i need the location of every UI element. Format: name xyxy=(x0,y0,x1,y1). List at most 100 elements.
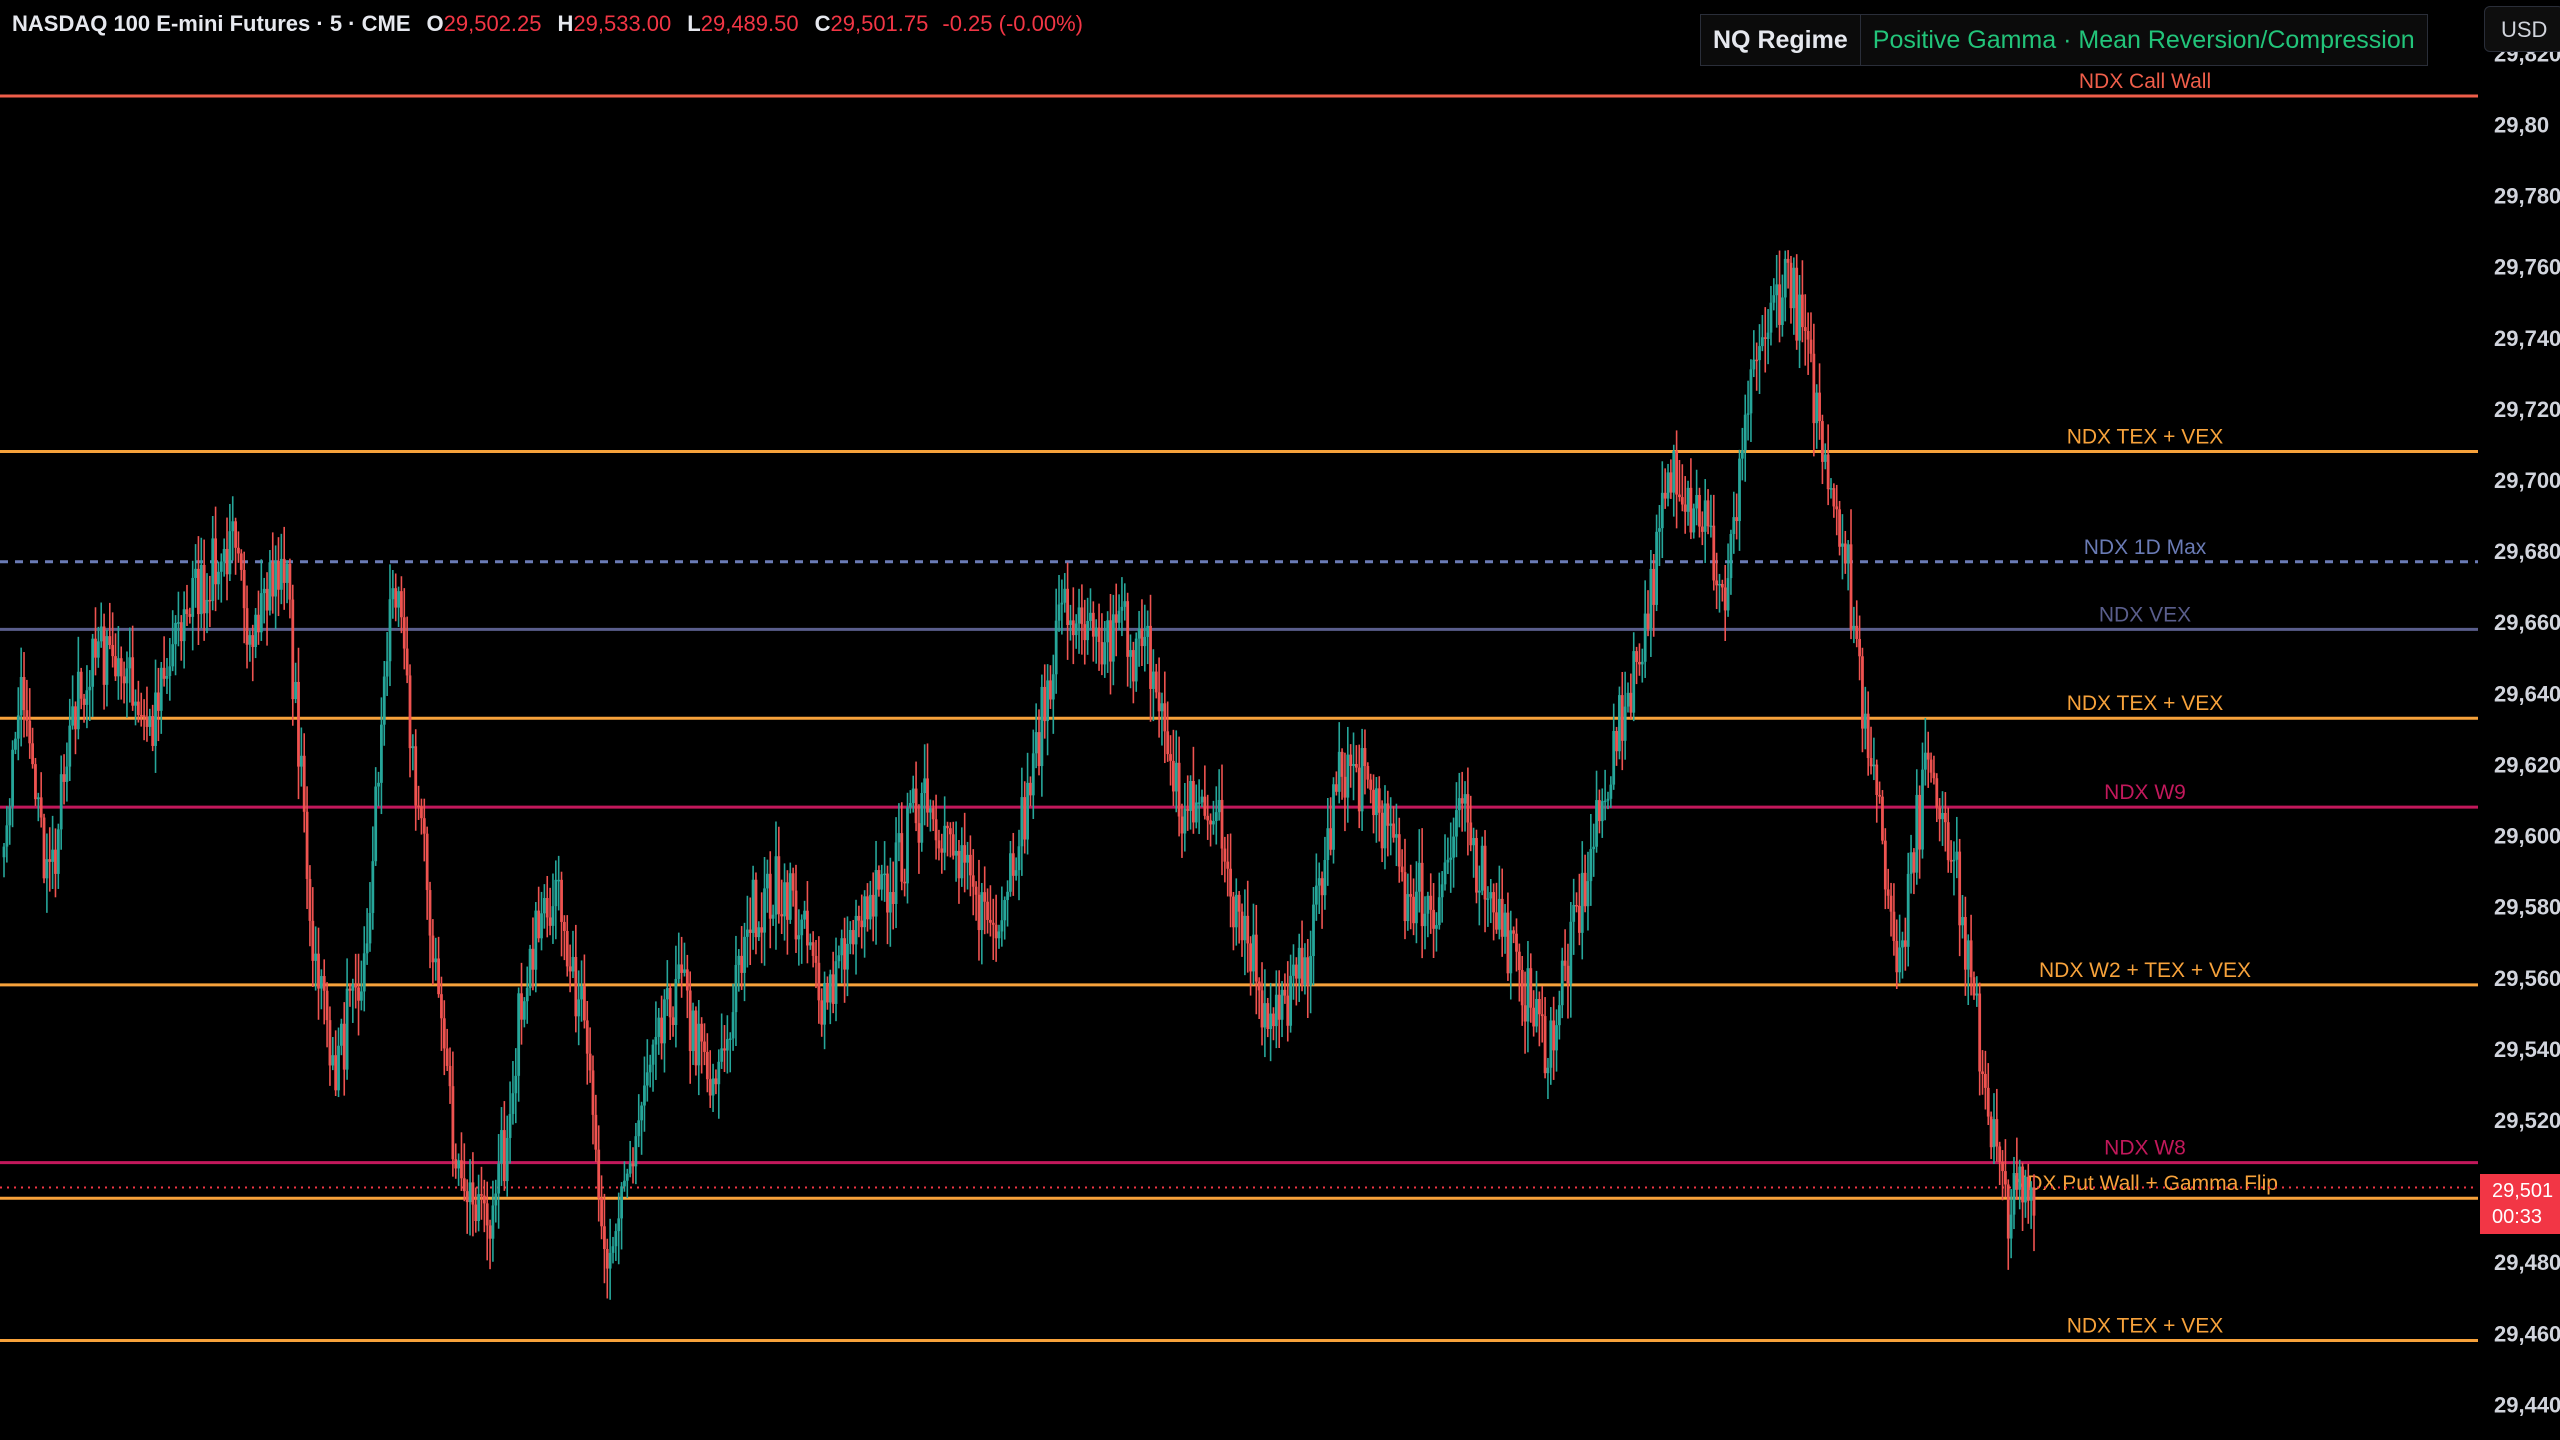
candle-body[interactable] xyxy=(2018,1166,2022,1190)
candle-body[interactable] xyxy=(1923,752,1927,770)
candle-body[interactable] xyxy=(182,609,186,642)
candle-body[interactable] xyxy=(1755,359,1759,362)
candle-body[interactable] xyxy=(185,609,189,615)
candle-body[interactable] xyxy=(1729,533,1733,579)
candle-body[interactable] xyxy=(1592,846,1596,850)
candle-body[interactable] xyxy=(711,1078,715,1096)
candle-body[interactable] xyxy=(1220,799,1224,849)
candle-body[interactable] xyxy=(471,1182,475,1205)
candle-body[interactable] xyxy=(1086,620,1090,641)
candle-body[interactable] xyxy=(279,558,283,590)
candle-body[interactable] xyxy=(651,1044,655,1065)
candle-body[interactable] xyxy=(1200,796,1204,803)
candle-body[interactable] xyxy=(757,927,761,938)
candle-body[interactable] xyxy=(145,717,149,727)
candle-body[interactable] xyxy=(385,661,389,677)
candle-body[interactable] xyxy=(694,1010,698,1066)
candle-body[interactable] xyxy=(1237,894,1241,912)
candle-body[interactable] xyxy=(1374,788,1378,816)
candle-body[interactable] xyxy=(2001,1161,2004,1172)
candle-body[interactable] xyxy=(1783,258,1787,298)
candle-body[interactable] xyxy=(1497,898,1501,930)
candle-body[interactable] xyxy=(322,976,326,991)
candle-body[interactable] xyxy=(1040,686,1044,767)
candle-body[interactable] xyxy=(1975,993,1979,996)
candle-body[interactable] xyxy=(342,1023,346,1070)
candle-body[interactable] xyxy=(1861,656,1864,729)
candle-body[interactable] xyxy=(151,716,155,746)
candle-body[interactable] xyxy=(425,833,429,891)
candle-body[interactable] xyxy=(1029,782,1032,796)
candle-body[interactable] xyxy=(1134,638,1138,682)
candle-body[interactable] xyxy=(1918,794,1922,850)
candle-body[interactable] xyxy=(1866,713,1870,759)
candle-body[interactable] xyxy=(1746,413,1750,415)
candle-body[interactable] xyxy=(903,881,907,884)
candle-body[interactable] xyxy=(82,698,86,705)
candle-body[interactable] xyxy=(88,686,92,691)
candle-body[interactable] xyxy=(1169,754,1172,761)
candle-body[interactable] xyxy=(1915,794,1919,873)
candle-body[interactable] xyxy=(1912,852,1916,873)
candle-body[interactable] xyxy=(1815,392,1819,424)
candle-body[interactable] xyxy=(1929,759,1933,773)
candle-body[interactable] xyxy=(1869,758,1873,767)
candle-body[interactable] xyxy=(940,848,944,853)
candle-body[interactable] xyxy=(897,833,901,843)
candle-body[interactable] xyxy=(1406,894,1410,922)
candle-body[interactable] xyxy=(1486,898,1490,900)
candle-body[interactable] xyxy=(1383,803,1387,849)
candle-body[interactable] xyxy=(1795,267,1799,341)
candle-body[interactable] xyxy=(960,845,964,879)
candle-body[interactable] xyxy=(317,953,320,989)
candle-body[interactable] xyxy=(1432,909,1435,929)
candle-body[interactable] xyxy=(1203,796,1207,816)
candle-body[interactable] xyxy=(591,1070,595,1115)
candle-body[interactable] xyxy=(1769,302,1773,333)
candle-body[interactable] xyxy=(1540,1014,1544,1017)
candle-body[interactable] xyxy=(814,955,818,963)
candle-body[interactable] xyxy=(337,1045,340,1091)
candle-body[interactable] xyxy=(1429,895,1433,910)
candle-body[interactable] xyxy=(1080,607,1084,625)
candle-body[interactable] xyxy=(763,888,766,933)
candle-body[interactable] xyxy=(508,1113,512,1138)
candle-body[interactable] xyxy=(1349,754,1353,767)
candle-body[interactable] xyxy=(2024,1176,2027,1203)
candle-body[interactable] xyxy=(488,1225,492,1239)
candle-body[interactable] xyxy=(259,593,263,633)
candle-body[interactable] xyxy=(1389,823,1393,826)
candle-body[interactable] xyxy=(1998,1146,2002,1162)
candle-body[interactable] xyxy=(1369,779,1373,790)
candle-body[interactable] xyxy=(625,1173,629,1181)
candle-body[interactable] xyxy=(328,1020,332,1066)
candle-body[interactable] xyxy=(239,553,243,570)
candle-body[interactable] xyxy=(237,547,240,554)
candle-body[interactable] xyxy=(1123,601,1127,607)
candle-body[interactable] xyxy=(1043,686,1047,722)
candle-body[interactable] xyxy=(1097,627,1101,642)
candle-body[interactable] xyxy=(1363,748,1367,767)
candle-body[interactable] xyxy=(1643,613,1647,662)
candle-body[interactable] xyxy=(697,1023,701,1066)
candle-body[interactable] xyxy=(388,599,392,662)
candle-body[interactable] xyxy=(708,1079,712,1096)
candle-body[interactable] xyxy=(1131,650,1135,682)
candle-body[interactable] xyxy=(1314,885,1318,905)
candle-body[interactable] xyxy=(71,706,75,726)
candle-body[interactable] xyxy=(1841,543,1844,547)
candle-body[interactable] xyxy=(1832,488,1836,507)
candle-body[interactable] xyxy=(319,976,323,989)
candle-body[interactable] xyxy=(1354,764,1358,768)
candle-body[interactable] xyxy=(131,657,135,706)
candle-body[interactable] xyxy=(245,608,249,645)
candle-body[interactable] xyxy=(1886,889,1890,896)
candle-body[interactable] xyxy=(700,1023,704,1042)
candle-body[interactable] xyxy=(846,943,849,970)
candle-body[interactable] xyxy=(943,825,947,853)
candle-body[interactable] xyxy=(1071,620,1075,636)
candle-body[interactable] xyxy=(914,788,918,824)
candle-body[interactable] xyxy=(217,571,220,585)
candle-body[interactable] xyxy=(808,942,812,946)
candle-body[interactable] xyxy=(2,846,6,858)
